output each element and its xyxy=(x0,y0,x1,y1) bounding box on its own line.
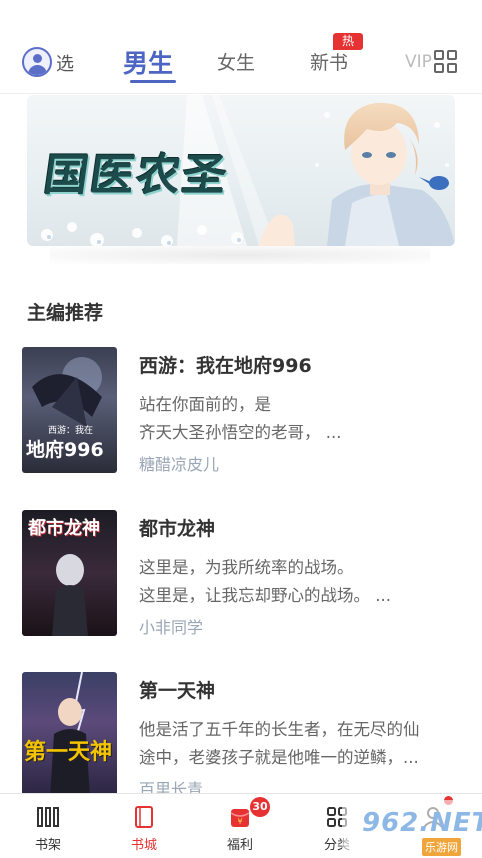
book-cover[interactable]: 西游：我在 地府996 xyxy=(22,347,117,473)
book-cover[interactable]: 第一天神 xyxy=(22,672,117,798)
nav-bookshelf[interactable]: 书架 xyxy=(8,794,88,858)
book-title[interactable]: 都市龙神 xyxy=(139,514,215,541)
banner-title: 国医农圣 xyxy=(40,150,232,201)
watermark-logo: 962.NET xyxy=(362,808,482,838)
book-author: 小非同学 xyxy=(139,618,204,637)
svg-text:¥: ¥ xyxy=(237,817,242,826)
tab-male[interactable]: 男生 xyxy=(123,44,173,80)
book-title[interactable]: 西游：我在地府996 xyxy=(139,351,312,378)
book-item[interactable]: 第一天神 第一天神 他是活了五千年的长生者，在无尽的仙 途中，老婆孩子就是他唯一… xyxy=(0,672,482,802)
nav-label: 书城 xyxy=(130,838,157,853)
bookshelf-icon xyxy=(37,807,59,827)
tab-new-books[interactable]: 新书 xyxy=(310,48,348,75)
book-title[interactable]: 第一天神 xyxy=(139,676,215,703)
nav-label: 福利 xyxy=(226,838,253,853)
nav-label: 书架 xyxy=(34,838,61,853)
cover-title: 都市龙神 xyxy=(28,518,100,539)
hot-badge: 热 xyxy=(333,33,363,50)
book-description-line: 齐天大圣孙悟空的老哥， ... xyxy=(139,423,342,442)
tab-active-underline xyxy=(130,80,176,83)
watermark-sub: 乐游网 xyxy=(422,838,461,856)
red-envelope-icon: ¥ xyxy=(230,809,250,827)
cover-title: 第一天神 xyxy=(24,740,113,765)
book-author: 糖醋凉皮儿 xyxy=(139,455,220,474)
tab-vip[interactable]: VIP xyxy=(405,52,432,72)
book-item[interactable]: 西游：我在 地府996 西游：我在地府996 站在你面前的，是 齐天大圣孙悟空的… xyxy=(0,347,482,477)
book-description-line: 途中，老婆孩子就是他唯一的逆鳞，... xyxy=(139,748,419,767)
avatar-head xyxy=(33,54,42,63)
banner-shadow xyxy=(50,246,430,264)
book-description-line: 这里是，为我所统率的战场。 xyxy=(139,558,354,577)
book-description-line: 这里是，让我忘却野心的战场。 ... xyxy=(139,586,391,605)
nav-bookstore[interactable]: 书城 xyxy=(104,794,184,858)
book-item[interactable]: 都市龙神 都市龙神 这里是，为我所统率的战场。 这里是，让我忘却野心的战场。 .… xyxy=(0,510,482,640)
book-description: 这里是，为我所统率的战场。 这里是，让我忘却野心的战场。 ... xyxy=(139,554,464,610)
avatar-body xyxy=(28,65,47,75)
book-description-line: 站在你面前的，是 xyxy=(139,395,271,414)
grid-menu-icon[interactable] xyxy=(434,50,458,74)
welfare-badge: 30 xyxy=(250,797,270,817)
book-description-line: 他是活了五千年的长生者，在无尽的仙 xyxy=(139,720,420,739)
avatar[interactable] xyxy=(22,47,52,77)
tab-female[interactable]: 女生 xyxy=(217,48,255,75)
book-icon xyxy=(135,806,153,828)
promo-banner[interactable]: 国医农圣 xyxy=(27,95,455,246)
section-title-editor-picks: 主编推荐 xyxy=(27,302,104,324)
book-description: 他是活了五千年的长生者，在无尽的仙 途中，老婆孩子就是他唯一的逆鳞，... xyxy=(139,716,464,772)
cover-title: 地府996 xyxy=(26,439,104,461)
book-description: 站在你面前的，是 齐天大圣孙悟空的老哥， ... xyxy=(139,391,464,447)
book-cover[interactable]: 都市龙神 xyxy=(22,510,117,636)
top-header: 选 男生 女生 新书 热 VIP xyxy=(0,0,482,94)
select-label[interactable]: 选 xyxy=(56,50,74,76)
